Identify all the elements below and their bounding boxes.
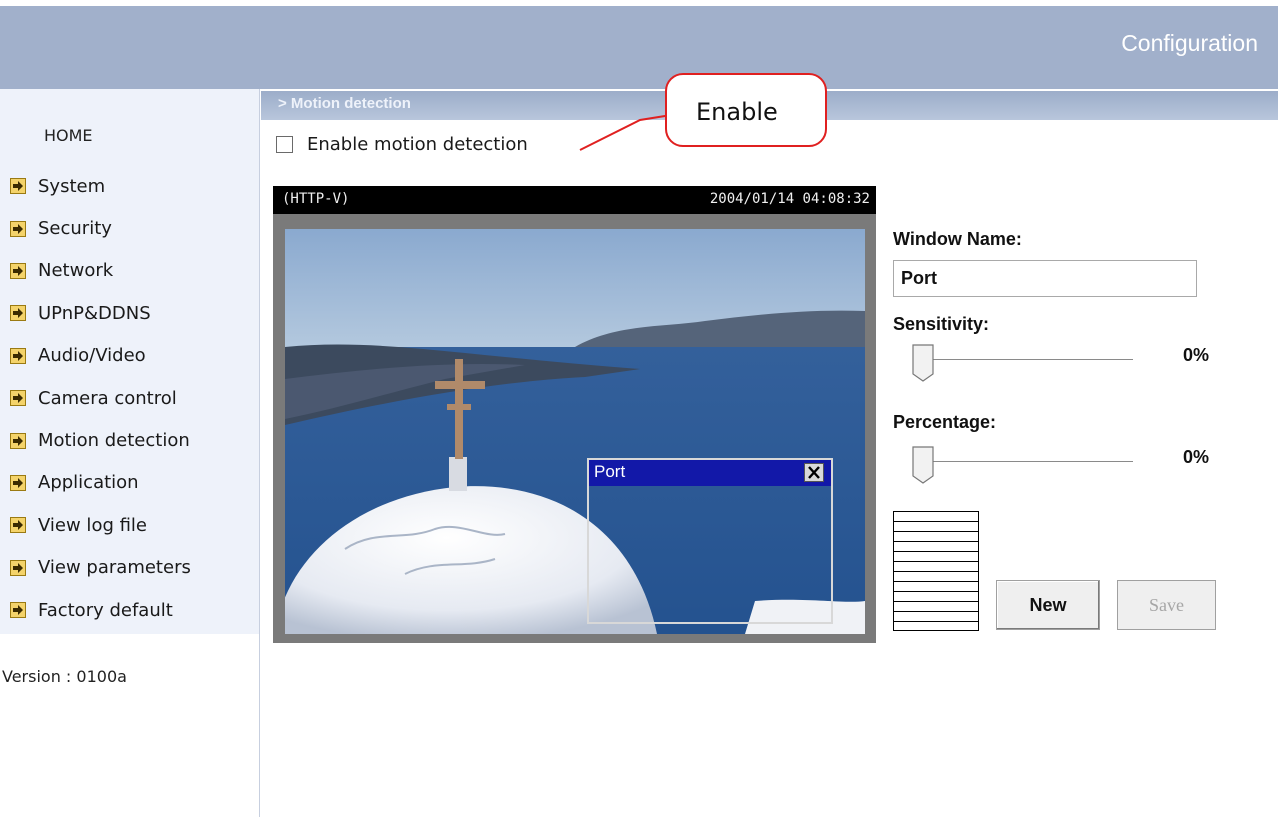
activity-line (894, 551, 978, 552)
activity-line (894, 521, 978, 522)
activity-line (894, 531, 978, 532)
activity-line (894, 601, 978, 602)
window-name-input[interactable] (893, 260, 1197, 297)
save-button[interactable]: Save (1117, 580, 1216, 630)
activity-line (894, 611, 978, 612)
video-timestamp: 2004/01/14 04:08:32 (709, 191, 870, 207)
percentage-value: 0% (1183, 447, 1210, 467)
activity-line (894, 591, 978, 592)
sensitivity-value: 0% (1183, 345, 1210, 365)
window-name-label: Window Name: (893, 229, 1022, 249)
sensitivity-label: Sensitivity: (893, 314, 990, 334)
percentage-label: Percentage: (893, 412, 997, 432)
sensitivity-slider-thumb[interactable] (912, 344, 934, 382)
activity-line (894, 581, 978, 582)
activity-line (894, 541, 978, 542)
percentage-slider-track[interactable] (916, 461, 1133, 463)
motion-activity-list (893, 511, 979, 631)
activity-line (894, 621, 978, 622)
callout-text: Enable (696, 98, 778, 126)
new-button[interactable]: New (996, 580, 1100, 630)
percentage-slider-thumb[interactable] (912, 446, 934, 484)
sensitivity-slider-track[interactable] (916, 359, 1133, 361)
close-icon[interactable] (804, 463, 824, 482)
activity-line (894, 571, 978, 572)
video-stream-label: (HTTP-V) (282, 191, 350, 207)
motion-window[interactable]: Port (587, 458, 833, 624)
motion-window-titlebar[interactable] (589, 460, 831, 486)
motion-window-title: Port (594, 462, 626, 481)
activity-line (894, 561, 978, 562)
